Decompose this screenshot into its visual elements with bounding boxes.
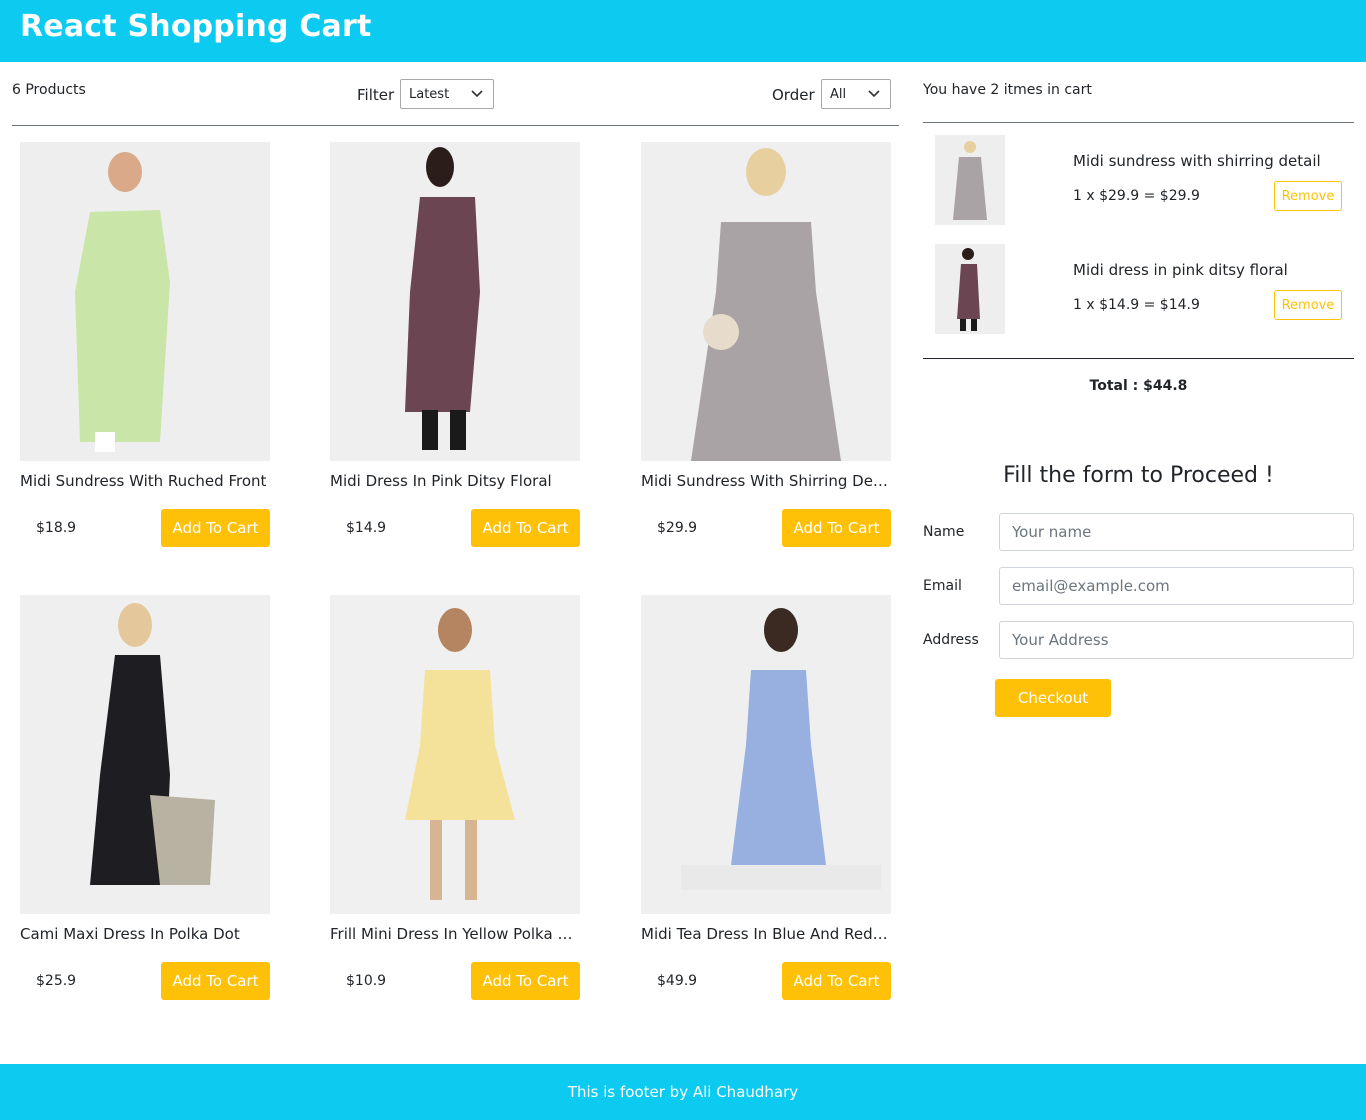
filter-bar: 6 Products Filter Latest Order All [12,62,899,126]
name-label: Name [923,524,965,540]
chevron-down-icon [868,90,880,98]
cart-item-name: Midi dress in pink ditsy floral [1073,261,1288,279]
product-price: $49.9 [657,973,698,989]
footer-text: This is footer by Ali Chaudhary [567,1083,799,1101]
divider [923,358,1354,359]
add-to-cart-button[interactable]: Add To Cart [471,509,580,547]
product-price: $18.9 [36,520,77,536]
form-title: Fill the form to Proceed ! [1003,463,1274,488]
add-to-cart-button[interactable]: Add To Cart [782,962,891,1000]
add-to-cart-button[interactable]: Add To Cart [161,509,270,547]
email-label: Email [923,578,962,594]
email-input[interactable] [999,567,1354,605]
name-row: Name [923,513,1354,551]
add-to-cart-button[interactable]: Add To Cart [782,509,891,547]
cart-item-price: 1 x $14.9 = $14.9 [1073,297,1200,313]
add-to-cart-button[interactable]: Add To Cart [471,962,580,1000]
product-count: 6 Products [12,82,86,98]
product-image[interactable] [641,142,891,461]
cart-item-image [935,135,1005,225]
cart-item: Midi sundress with shirring detail 1 x $… [923,135,1354,225]
product-image[interactable] [641,595,891,914]
product-image[interactable] [330,595,580,914]
address-row: Address [923,621,1354,659]
cart-item-image [935,244,1005,334]
product-image[interactable] [330,142,580,461]
filter-select-value: Latest [409,87,450,102]
remove-button[interactable]: Remove [1274,290,1342,320]
filter-select[interactable]: Latest [400,79,494,109]
divider [923,122,1354,123]
remove-button[interactable]: Remove [1274,181,1342,211]
product-name[interactable]: Midi Sundress With Ruched Front [20,472,270,490]
checkout-button[interactable]: Checkout [995,679,1111,717]
product-name[interactable]: Midi Tea Dress In Blue And Red Spot [641,925,891,943]
product-price: $10.9 [346,973,387,989]
cart-item-price: 1 x $29.9 = $29.9 [1073,188,1200,204]
email-row: Email [923,567,1354,605]
cart-total: Total : $44.8 [1089,378,1188,394]
product-price: $25.9 [36,973,77,989]
filter-label: Filter [357,86,395,104]
product-name[interactable]: Midi Sundress With Shirring Detail [641,472,891,490]
chevron-down-icon [471,90,483,98]
order-label: Order [772,86,815,104]
cart-message: You have 2 itmes in cart [923,82,1092,98]
address-input[interactable] [999,621,1354,659]
app-footer: This is footer by Ali Chaudhary [0,1064,1366,1120]
product-name[interactable]: Midi Dress In Pink Ditsy Floral [330,472,580,490]
product-name[interactable]: Frill Mini Dress In Yellow Polka Dot [330,925,580,943]
product-image[interactable] [20,595,270,914]
product-image[interactable] [20,142,270,461]
cart-item-name: Midi sundress with shirring detail [1073,152,1321,170]
add-to-cart-button[interactable]: Add To Cart [161,962,270,1000]
name-input[interactable] [999,513,1354,551]
order-select[interactable]: All [821,79,891,109]
product-price: $29.9 [657,520,698,536]
order-select-value: All [830,87,847,102]
app-header: React Shopping Cart [0,0,1366,62]
cart-item: Midi dress in pink ditsy floral 1 x $14.… [923,244,1354,334]
app-title: React Shopping Cart [20,9,372,44]
product-name[interactable]: Cami Maxi Dress In Polka Dot [20,925,270,943]
product-price: $14.9 [346,520,387,536]
address-label: Address [923,632,979,648]
